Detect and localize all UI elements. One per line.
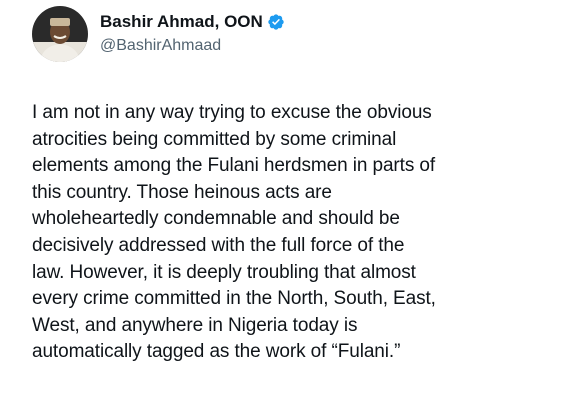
tweet-text-line: atrocities being committed by some crimi…	[32, 128, 397, 150]
author-display-name[interactable]: Bashir Ahmad, OON	[100, 11, 263, 33]
tweet-card: Bashir Ahmad, OON @BashirAhmaad I am not…	[0, 0, 563, 417]
author-handle[interactable]: @BashirAhmaad	[100, 35, 285, 57]
tweet-text: I am not in any way trying to excuse the…	[32, 100, 552, 366]
tweet-text-line: automatically tagged as the work of “Ful…	[32, 341, 401, 363]
tweet-header: Bashir Ahmad, OON @BashirAhmaad	[32, 6, 285, 62]
tweet-text-line: I am not in any way trying to excuse the…	[32, 102, 432, 123]
tweet-text-line: wholeheartedly condemnable and should be	[32, 208, 400, 230]
author-name-row[interactable]: Bashir Ahmad, OON	[100, 11, 285, 33]
tweet-text-line: West, and anywhere in Nigeria today is	[32, 314, 358, 336]
tweet-text-line: law. However, it is deeply troubling tha…	[32, 261, 416, 283]
tweet-text-line: this country. Those heinous acts are	[32, 181, 332, 203]
avatar[interactable]	[32, 6, 88, 62]
tweet-text-line: decisively addressed with the full force…	[32, 234, 405, 256]
author-names: Bashir Ahmad, OON @BashirAhmaad	[100, 11, 285, 57]
tweet-text-line: elements among the Fulani herdsmen in pa…	[32, 155, 436, 177]
tweet-text-line: every crime committed in the North, Sout…	[32, 288, 436, 310]
verified-badge-icon	[267, 13, 285, 31]
